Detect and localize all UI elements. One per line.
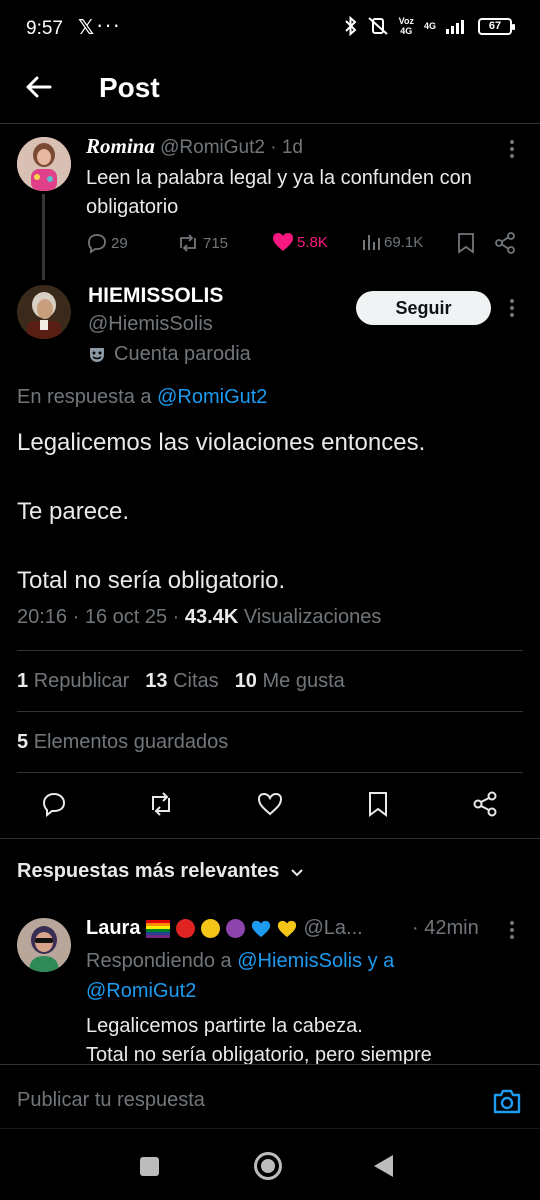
purple-circle-icon — [226, 919, 246, 938]
tweet-paragraph: Total no sería obligatorio. — [17, 567, 286, 594]
like-count: 5.8K — [297, 233, 328, 251]
recents-button[interactable] — [140, 1157, 159, 1176]
reply-compose-bar — [0, 1064, 540, 1128]
volte-indicator: Voz 4G — [398, 16, 414, 36]
reply-count: 29 — [111, 234, 128, 252]
reply-text: Legalicemos partirte la cabeza. Total no… — [86, 1015, 432, 1066]
views-count: 43.4K — [184, 606, 239, 628]
post-metadata: 20:16 · 16 oct 25 · 43.4K Visualizacione… — [17, 606, 381, 629]
yellow-heart-icon — [278, 920, 297, 937]
author-handle: @La... — [303, 917, 363, 939]
signal-icon — [446, 20, 464, 34]
repost-icon[interactable] — [147, 790, 175, 818]
divider — [17, 772, 523, 773]
arrow-left-icon[interactable] — [22, 70, 56, 104]
red-circle-icon — [176, 919, 196, 938]
avatar-laura[interactable] — [17, 918, 71, 972]
blue-heart-icon — [252, 920, 271, 937]
bluetooth-icon — [344, 16, 357, 36]
reply-input[interactable] — [17, 1089, 457, 1112]
engagement-stats: 1 Republicar 13 Citas 10 Me gusta — [17, 670, 345, 693]
tweet-paragraph: Te parece. — [17, 498, 130, 525]
heart-icon[interactable] — [256, 790, 284, 818]
x-logo-icon: 𝕏 — [78, 17, 95, 39]
follow-button[interactable]: Seguir — [356, 291, 491, 325]
parody-label: Cuenta parodia — [114, 343, 251, 365]
status-bar: 9:57 𝕏 ··· Voz 4G 4G 67 — [0, 0, 540, 58]
reply-to-link[interactable]: @RomiGut2 — [157, 386, 267, 408]
reply-icon[interactable] — [40, 790, 68, 818]
views-icon — [363, 235, 380, 250]
author-handle: @RomiGut2 — [160, 137, 265, 158]
avatar-hiemissolis[interactable] — [17, 285, 71, 339]
camera-icon[interactable] — [492, 1087, 522, 1115]
status-icons: Voz 4G 4G 67 — [344, 16, 515, 36]
reply-button[interactable]: 29 — [86, 232, 128, 254]
battery-icon: 67 — [478, 17, 515, 35]
author-name[interactable]: HIEMISSOLIS — [88, 284, 223, 308]
repost-button[interactable]: 715 — [176, 232, 228, 254]
post-time: · 1d — [270, 137, 303, 158]
main-tweet-text: Legalicemos las violaciones entonces. Te… — [17, 426, 522, 633]
views-label: Visualizaciones — [243, 606, 382, 628]
more-options-icon[interactable] — [500, 296, 524, 320]
vibrate-off-icon — [367, 17, 388, 35]
rainbow-flag-icon — [146, 919, 171, 938]
divider — [17, 650, 523, 651]
parent-author[interactable]: Romina @RomiGut2 · 1d — [86, 134, 303, 159]
bookmark-icon[interactable] — [456, 232, 476, 254]
clock: 9:57 — [26, 18, 63, 39]
like-button[interactable]: 5.8K — [272, 232, 328, 252]
bookmarks-stat[interactable]: 5 Elementos guardados — [17, 731, 228, 754]
author-name: Romina — [86, 134, 155, 158]
parent-tweet-text: Leen la palabra legal y ya la confunden … — [86, 167, 472, 218]
parent-actions: 29 715 5.8K 69.1K — [86, 232, 516, 258]
reply-icon — [88, 234, 106, 254]
author-name: Laura — [86, 917, 141, 939]
replying-context: Respondiendo a @HiemisSolis y a @RomiGut… — [86, 950, 395, 1002]
theater-mask-icon — [90, 347, 104, 362]
heart-filled-icon — [273, 233, 293, 251]
divider — [0, 838, 540, 839]
home-button[interactable] — [254, 1152, 282, 1180]
likes-stat[interactable]: 10 Me gusta — [235, 670, 345, 693]
post-time: · 42min — [412, 917, 479, 939]
more-options-icon[interactable] — [500, 137, 524, 161]
author-handle[interactable]: @HiemisSolis — [88, 313, 213, 336]
more-options-icon[interactable] — [500, 918, 524, 942]
repost-icon — [180, 234, 196, 252]
quotes-stat[interactable]: 13 Citas — [145, 670, 218, 693]
chevron-down-icon — [291, 868, 304, 876]
page-header: Post — [0, 58, 540, 124]
parody-badge: Cuenta parodia — [88, 343, 251, 366]
repost-count: 715 — [203, 234, 229, 252]
avatar-romina[interactable] — [17, 137, 71, 191]
reposts-stat[interactable]: 1 Republicar — [17, 670, 129, 693]
share-icon[interactable] — [494, 232, 516, 254]
page-title: Post — [99, 72, 160, 103]
divider — [17, 711, 523, 712]
system-nav-bar — [0, 1128, 540, 1200]
back-button[interactable] — [374, 1155, 393, 1177]
replies-sort-dropdown[interactable]: Respuestas más relevantes — [17, 860, 305, 883]
main-actions — [0, 790, 540, 822]
network-type: 4G — [423, 21, 436, 31]
post-timestamp: 20:16 · 16 oct 25 · — [17, 606, 180, 628]
thread-line — [42, 194, 45, 280]
bookmark-icon[interactable] — [364, 790, 392, 818]
reply-context: En respuesta a @RomiGut2 — [17, 386, 268, 408]
yellow-circle-icon — [201, 919, 221, 938]
more-notifications-icon: ··· — [96, 12, 121, 37]
tweet-paragraph: Legalicemos las violaciones entonces. — [17, 429, 426, 456]
views-count: 69.1K — [384, 233, 424, 251]
share-icon[interactable] — [471, 790, 499, 818]
views-button[interactable]: 69.1K — [361, 232, 423, 252]
